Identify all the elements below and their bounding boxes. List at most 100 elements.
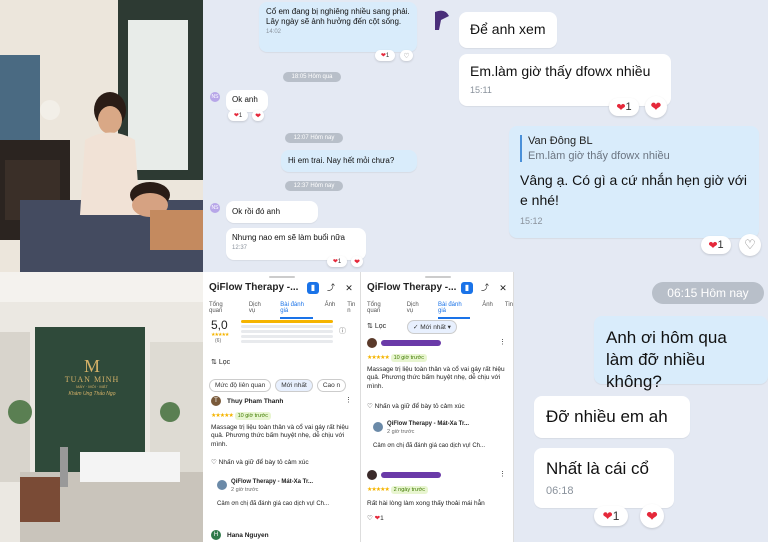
react-button[interactable]: ❤ — [640, 504, 664, 528]
date-separator: 12:37 Hôm nay — [285, 181, 343, 191]
chip-newest[interactable]: Mới nhất — [275, 379, 313, 392]
react-hint-text: Nhấn và giữ để bày tỏ cảm xúc — [374, 403, 465, 410]
review-time: 10 giờ trước — [234, 412, 272, 420]
message-bubble: Nhất là cái cổ 06:18 — [534, 448, 674, 508]
chat-screenshot-3: 06:15 Hôm nay Anh ơi hôm qua làm đỡ nhiề… — [514, 272, 768, 542]
chat-screenshot-1: Cổ em đang bị nghiêng nhiều sang phải. L… — [203, 0, 423, 272]
reviewer-avatar: T — [211, 396, 221, 406]
check-icon: ✓ — [413, 324, 419, 331]
tab-services[interactable]: Dịch vụ — [407, 302, 426, 319]
quoted-message[interactable]: Van Đông BL Em.làm giờ thấy dfowx nhiều — [520, 135, 748, 162]
message-text: Đỡ nhiều em ah — [546, 407, 668, 426]
close-icon[interactable]: ✕ — [497, 282, 509, 294]
react-button[interactable]: ♡ — [739, 234, 761, 256]
reaction-count: 1 — [717, 239, 724, 251]
review-meta: ★★★★★ 2 ngày trước — [367, 486, 429, 494]
avatar: NS — [210, 92, 220, 102]
logo-sub: MÁY · MÓI · MẮT — [76, 384, 108, 389]
filter-button[interactable]: ⇅ Lọc — [211, 358, 230, 366]
reviewer-name: Thuy Pham Thanh — [227, 398, 284, 405]
logo-mark-icon: M — [83, 356, 100, 376]
rating-value: 5,0 — [211, 318, 228, 332]
reviewer-name-redacted — [381, 340, 441, 346]
review-meta: ★★★★★ 10 giờ trước — [211, 412, 272, 420]
review-stars: ★★★★★ — [211, 413, 234, 419]
message-text: Vâng ạ. Có gì a cứ nhắn hẹn giờ với e nh… — [520, 172, 747, 208]
review-time: 10 giờ trước — [390, 354, 428, 362]
review-screenshot-1: QiFlow Therapy -... ▮ ⤴ ✕ Tổng quan Dịch… — [203, 272, 361, 542]
share-icon[interactable]: ⤴ — [479, 282, 491, 294]
message-text: Cổ em đang bị nghiêng nhiều sang phải. L… — [266, 7, 410, 26]
react-button[interactable]: ❤ — [252, 110, 264, 121]
tab-services[interactable]: Dịch vụ — [249, 302, 268, 319]
filter-icon: ⇅ — [211, 359, 217, 366]
review-stars: ★★★★★ — [367, 487, 390, 493]
rating-bars — [241, 320, 333, 343]
more-icon[interactable]: ⋮ — [345, 396, 352, 404]
reaction-badge[interactable]: ❤ 1 — [609, 98, 639, 116]
react-hint[interactable]: ♡ Nhấn và giữ để bày tỏ cảm xúc — [367, 402, 465, 410]
filter-button[interactable]: ⇅ Lọc — [367, 322, 386, 330]
chip-newest[interactable]: ✓ Mới nhất ▾ — [407, 320, 457, 334]
review-meta: ★★★★★ 10 giờ trước — [367, 354, 428, 362]
review-text: Massage trị liệu toàn thân và cổ vai gáy… — [211, 424, 349, 448]
message-text: Ok anh — [232, 95, 258, 104]
message-bubble: Em.làm giờ thấy dfowx nhiều 15:11 — [459, 54, 671, 106]
tab-photos[interactable]: Ảnh — [482, 302, 493, 319]
save-icon[interactable]: ▮ — [307, 282, 319, 294]
review-stars: ★★★★★ — [367, 355, 390, 361]
owner-name: QiFlow Therapy - Mát-Xa Tr... — [387, 421, 470, 427]
message-bubble: Nhưng nao em sẽ làm buổi nữa 12:37 — [226, 228, 366, 260]
drag-handle[interactable] — [269, 276, 295, 278]
spa-photo-therapist — [0, 0, 203, 272]
reviewer-avatar — [367, 470, 377, 480]
save-icon[interactable]: ▮ — [461, 282, 473, 294]
more-icon[interactable]: ⋮ — [499, 470, 506, 478]
place-title: QiFlow Therapy -... — [367, 282, 457, 293]
reaction-count: 1 — [337, 258, 342, 265]
chevron-down-icon: ▾ — [447, 324, 451, 331]
owner-reply: Cảm ơn chị đã đánh giá cao dịch vụ! Ch..… — [217, 501, 329, 507]
heart-icon: ❤ — [354, 258, 360, 266]
rating-count: (6) — [215, 338, 222, 344]
heart-outline-icon: ♡ — [403, 52, 410, 60]
reaction-badge[interactable]: ❤ 1 — [375, 50, 395, 61]
owner-avatar — [373, 422, 383, 432]
react-hint[interactable]: ♡ Nhấn và giữ để bày tỏ cảm xúc — [211, 458, 309, 466]
react-button[interactable]: ❤ — [645, 96, 667, 118]
reaction-badge[interactable]: ❤ 1 — [594, 506, 628, 526]
info-icon[interactable]: ⓘ — [339, 326, 346, 336]
tab-reviews[interactable]: Bài đánh giá — [438, 302, 471, 319]
message-bubble: Ok rồi đó anh — [226, 201, 318, 223]
tab-overview[interactable]: Tổng quan — [209, 302, 237, 319]
sort-chips: Mức độ liên quan Mới nhất Cao n — [209, 374, 350, 392]
message-text: Hi em trai. Nay hết mỏi chưa? — [288, 156, 395, 165]
filter-label: Lọc — [374, 323, 387, 330]
react-button[interactable]: ❤ — [351, 256, 363, 267]
tab-overview[interactable]: Tổng quan — [367, 302, 395, 319]
message-bubble: Anh ơi hôm qua làm đỡ nhiều không? — [594, 316, 768, 391]
heart-icon: ❤ — [255, 112, 261, 120]
reaction-badge[interactable]: ❤ 1 — [327, 256, 347, 267]
chip-highest[interactable]: Cao n — [316, 379, 347, 392]
reaction-badge[interactable]: ❤ 1 — [228, 110, 248, 121]
share-icon[interactable]: ⤴ — [325, 282, 337, 294]
tab-updates[interactable]: Tin — [505, 302, 513, 319]
tab-reviews[interactable]: Bài đánh giá — [280, 302, 313, 319]
drag-handle[interactable] — [425, 276, 451, 278]
filter-label: Lọc — [218, 359, 231, 366]
reaction-badge[interactable]: ❤ 1 — [701, 236, 731, 254]
close-icon[interactable]: ✕ — [343, 282, 355, 294]
owner-reply: Cảm ơn chị đã đánh giá cao dịch vụ! Ch..… — [373, 443, 485, 449]
more-icon[interactable]: ⋮ — [499, 338, 506, 346]
reaction-badge[interactable]: ♡ ❤1 — [367, 514, 384, 522]
react-button[interactable]: ♡ — [400, 50, 413, 61]
owner-name: QiFlow Therapy - Mát-Xa Tr... — [231, 479, 314, 485]
reaction-count: 1 — [380, 515, 384, 522]
chip-relevance[interactable]: Mức độ liên quan — [209, 379, 272, 392]
tab-updates[interactable]: Tin n — [347, 302, 360, 319]
message-time: 06:18 — [546, 485, 574, 497]
heart-icon: ❤ — [602, 509, 613, 523]
tab-photos[interactable]: Ảnh — [325, 302, 336, 319]
message-time: 12:37 — [232, 245, 248, 251]
